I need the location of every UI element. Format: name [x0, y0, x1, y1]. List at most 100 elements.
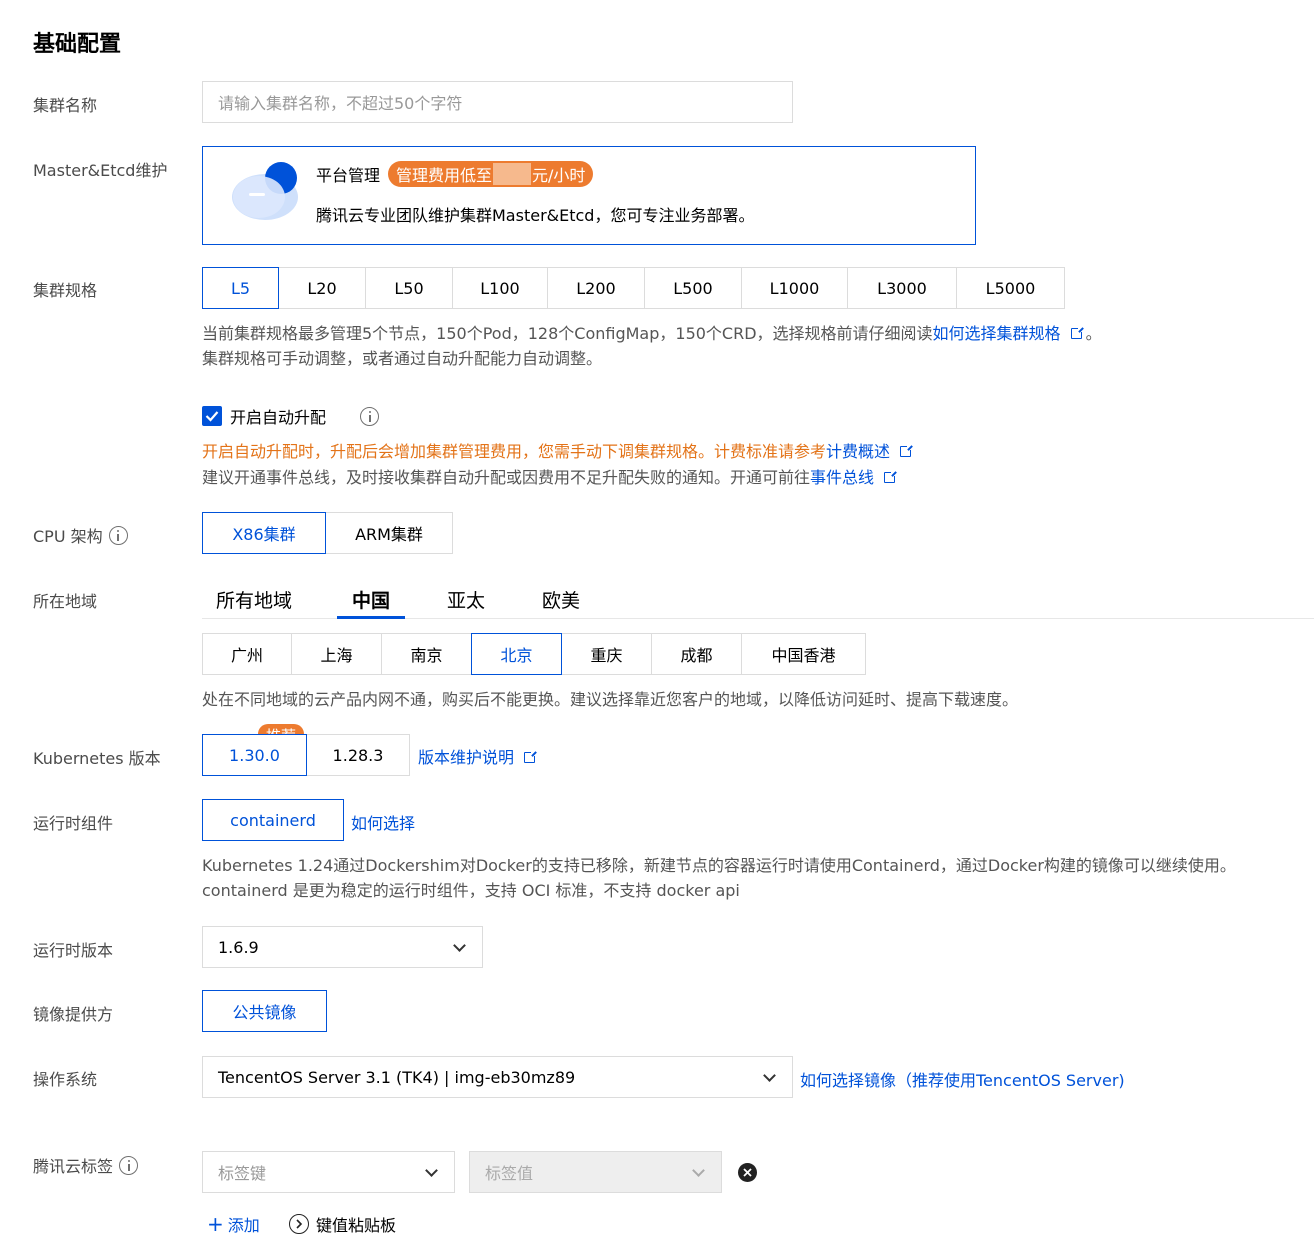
k8s-option-1-28-3[interactable]: 1.28.3 — [306, 734, 410, 776]
city-option-guangzhou[interactable]: 广州 — [202, 633, 292, 675]
image-provider-selector[interactable]: 公共镜像 — [202, 990, 327, 1032]
cluster-name-placeholder: 请输入集群名称，不超过50个字符 — [218, 94, 463, 113]
k8s-maintenance-link-row: 版本维护说明 — [418, 744, 538, 768]
runtime-hint-line2: containerd 是更为稳定的运行时组件，支持 OCI 标准，不支持 doc… — [202, 881, 740, 900]
external-link-icon — [900, 444, 914, 457]
cluster-spec-label: 集群规格 — [33, 281, 98, 300]
chevron-down-icon — [763, 1068, 776, 1082]
tag-key-placeholder: 标签键 — [218, 1164, 267, 1183]
spec-guide-link[interactable]: 如何选择集群规格 — [933, 324, 1061, 343]
tags-label-text: 腾讯云标签 — [33, 1157, 114, 1176]
region-tab-europe-america[interactable]: 欧美 — [542, 586, 580, 613]
spec-option-l50[interactable]: L50 — [365, 267, 453, 309]
region-tab-all[interactable]: 所有地域 — [216, 586, 292, 613]
master-title: 平台管理 — [316, 166, 381, 185]
k8s-option-1-30-0[interactable]: 1.30.0 — [202, 734, 307, 776]
event-bus-link[interactable]: 事件总线 — [810, 468, 874, 487]
spec-option-l500[interactable]: L500 — [644, 267, 742, 309]
version-maintenance-link[interactable]: 版本维护说明 — [418, 748, 514, 767]
tag-key-select[interactable]: 标签键 — [202, 1151, 455, 1193]
spec-option-l1000[interactable]: L1000 — [741, 267, 848, 309]
city-option-chengdu[interactable]: 成都 — [651, 633, 742, 675]
spec-option-l100[interactable]: L100 — [452, 267, 548, 309]
info-icon[interactable] — [360, 406, 380, 426]
chevron-down-icon — [425, 1163, 438, 1177]
fee-badge-prefix: 管理费用低至 — [396, 166, 493, 185]
kv-paste-label: 键值粘贴板 — [316, 1216, 397, 1235]
tags-label: 腾讯云标签 — [33, 1153, 139, 1177]
cluster-spec-selector[interactable]: L5 L20 L50 L100 L200 L500 L1000 L3000 L5… — [202, 267, 1065, 309]
spec-hint-text: 当前集群规格最多管理5个节点，150个Pod，128个ConfigMap，150… — [202, 324, 933, 343]
cpu-option-arm[interactable]: ARM集群 — [325, 512, 453, 554]
cpu-arch-selector[interactable]: X86集群 ARM集群 — [202, 512, 453, 554]
spec-hint-end: 。 — [1085, 324, 1102, 343]
os-label: 操作系统 — [33, 1070, 98, 1089]
billing-overview-link[interactable]: 计费概述 — [826, 442, 890, 461]
spec-option-l3000[interactable]: L3000 — [847, 267, 957, 309]
runtime-selector[interactable]: containerd — [202, 799, 344, 841]
spec-option-l200[interactable]: L200 — [547, 267, 645, 309]
region-tab-china[interactable]: 中国 — [352, 586, 390, 613]
runtime-version-select[interactable]: 1.6.9 — [202, 926, 483, 968]
auto-upgrade-warning: 开启自动升配时，升配后会增加集群管理费用，您需手动下调集群规格。计费标准请参考计… — [202, 439, 914, 464]
auto-upgrade-warn-text: 开启自动升配时，升配后会增加集群管理费用，您需手动下调集群规格。计费标准请参考 — [202, 442, 827, 461]
master-platform-card[interactable]: 平台管理 管理费用低至 元/小时 腾讯云专业团队维护集群Master&Etcd，… — [202, 146, 976, 245]
section-title: 基础配置 — [33, 32, 122, 57]
info-icon[interactable] — [108, 526, 128, 545]
runtime-option-containerd[interactable]: containerd — [202, 799, 344, 841]
plus-icon: + — [207, 1212, 224, 1236]
region-tab-active-indicator — [337, 616, 405, 619]
tag-value-placeholder: 标签值 — [485, 1164, 534, 1183]
master-etcd-label: Master&Etcd维护 — [33, 161, 168, 180]
tag-value-select: 标签值 — [469, 1151, 722, 1193]
os-select[interactable]: TencentOS Server 3.1 (TK4) | img-eb30mz8… — [202, 1056, 793, 1098]
city-option-chongqing[interactable]: 重庆 — [561, 633, 652, 675]
add-tag-button[interactable]: + 添加 — [207, 1212, 260, 1236]
cpu-arch-label: CPU 架构 — [33, 523, 128, 547]
auto-upgrade-checkbox[interactable] — [202, 406, 222, 426]
remove-tag-icon[interactable] — [738, 1163, 757, 1182]
spec-option-l20[interactable]: L20 — [278, 267, 366, 309]
fee-badge-suffix: 元/小时 — [532, 166, 586, 185]
play-circle-icon — [289, 1214, 309, 1234]
auto-upgrade-label: 开启自动升配 — [230, 408, 327, 427]
region-tab-apac[interactable]: 亚太 — [447, 586, 485, 613]
info-icon[interactable] — [119, 1156, 139, 1175]
add-tag-label: 添加 — [227, 1216, 260, 1235]
cpu-arch-label-text: CPU 架构 — [33, 527, 103, 546]
spec-option-l5[interactable]: L5 — [202, 267, 279, 309]
cpu-option-x86[interactable]: X86集群 — [202, 512, 326, 554]
external-link-icon — [524, 750, 538, 763]
master-desc: 腾讯云专业团队维护集群Master&Etcd，您可专注业务部署。 — [316, 206, 755, 225]
auto-upgrade-note-text: 建议开通事件总线，及时接收集群自动升配或因费用不足升配失败的通知。开通可前往 — [202, 468, 811, 487]
spec-option-l5000[interactable]: L5000 — [956, 267, 1065, 309]
fee-redacted — [493, 163, 532, 185]
runtime-hint-line1: Kubernetes 1.24通过Dockershim对Docker的支持已移除… — [202, 856, 1236, 875]
runtime-how-to-choose-link[interactable]: 如何选择 — [351, 810, 415, 834]
cluster-name-input[interactable]: 请输入集群名称，不超过50个字符 — [202, 81, 793, 123]
os-how-to-choose-link[interactable]: 如何选择镜像（推荐使用TencentOS Server) — [800, 1067, 1125, 1091]
region-label: 所在地域 — [33, 592, 98, 611]
auto-upgrade-note: 建议开通事件总线，及时接收集群自动升配或因费用不足升配失败的通知。开通可前往事件… — [202, 465, 898, 490]
runtime-version-label: 运行时版本 — [33, 941, 114, 960]
city-option-nanjing[interactable]: 南京 — [381, 633, 472, 675]
cluster-name-label: 集群名称 — [33, 96, 98, 115]
kv-paste-button[interactable]: 键值粘贴板 — [289, 1212, 396, 1236]
cloud-icon — [229, 161, 301, 223]
city-option-hongkong[interactable]: 中国香港 — [741, 633, 866, 675]
city-option-shanghai[interactable]: 上海 — [291, 633, 382, 675]
city-selector[interactable]: 广州 上海 南京 北京 重庆 成都 中国香港 — [202, 633, 866, 675]
auto-upgrade-checkbox-row[interactable]: 开启自动升配 — [202, 404, 380, 428]
region-hint: 处在不同地域的云产品内网不通，购买后不能更换。建议选择靠近您客户的地域，以降低访… — [202, 690, 1019, 709]
image-provider-label: 镜像提供方 — [33, 1005, 114, 1024]
spec-hint-line1: 当前集群规格最多管理5个节点，150个Pod，128个ConfigMap，150… — [202, 321, 1102, 346]
spec-hint-line2: 集群规格可手动调整，或者通过自动升配能力自动调整。 — [202, 349, 603, 368]
runtime-version-value: 1.6.9 — [218, 937, 259, 957]
image-provider-public[interactable]: 公共镜像 — [202, 990, 327, 1032]
city-option-beijing[interactable]: 北京 — [471, 633, 562, 675]
fee-badge: 管理费用低至 元/小时 — [388, 161, 594, 187]
chevron-down-icon — [692, 1163, 705, 1177]
k8s-version-selector[interactable]: 1.30.0 1.28.3 — [202, 734, 410, 776]
os-value: TencentOS Server 3.1 (TK4) | img-eb30mz8… — [218, 1067, 576, 1087]
runtime-label: 运行时组件 — [33, 814, 114, 833]
